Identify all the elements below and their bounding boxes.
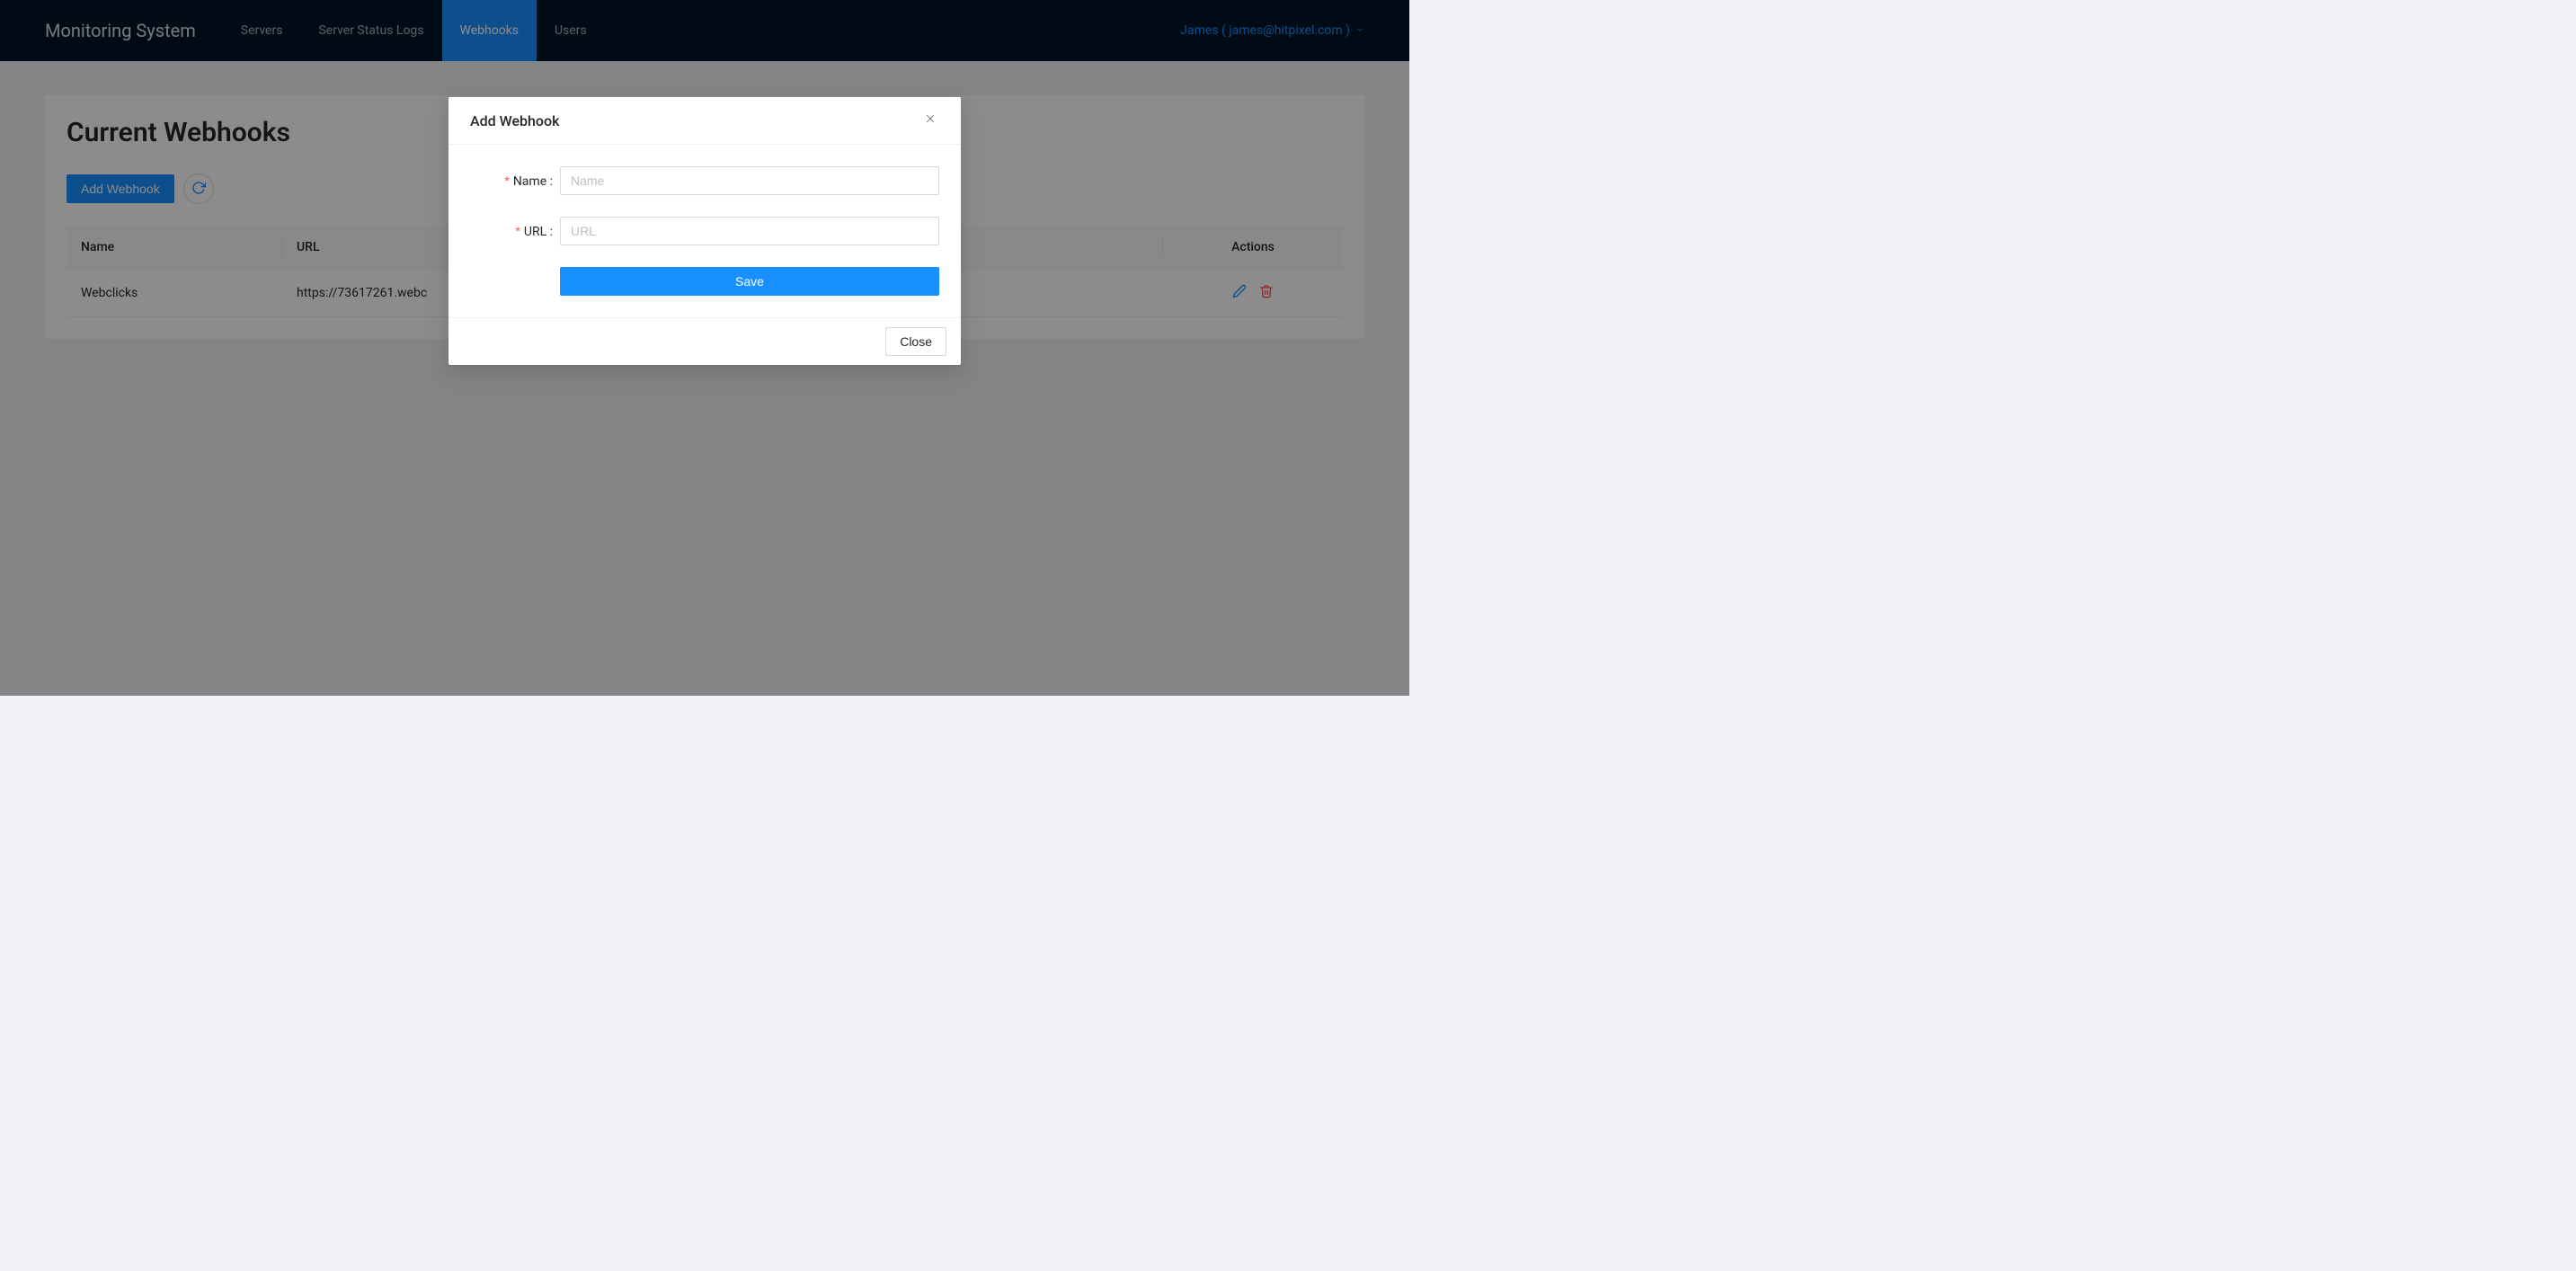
modal-body: *Name *URL Save xyxy=(449,145,961,317)
name-input[interactable] xyxy=(560,166,939,195)
modal-header: Add Webhook xyxy=(449,97,961,145)
form-row-name: *Name xyxy=(470,166,939,195)
name-label: *Name xyxy=(470,173,560,189)
form-row-url: *URL xyxy=(470,217,939,245)
add-webhook-modal: Add Webhook *Name *URL Save Close xyxy=(449,97,961,365)
url-label: *URL xyxy=(470,224,560,239)
url-input[interactable] xyxy=(560,217,939,245)
modal-footer: Close xyxy=(449,317,961,365)
close-button[interactable]: Close xyxy=(885,327,946,356)
modal-title: Add Webhook xyxy=(470,112,559,129)
form-row-save: Save xyxy=(470,267,939,296)
save-button[interactable]: Save xyxy=(560,267,939,296)
close-icon xyxy=(924,112,937,129)
modal-close-button[interactable] xyxy=(921,111,939,129)
